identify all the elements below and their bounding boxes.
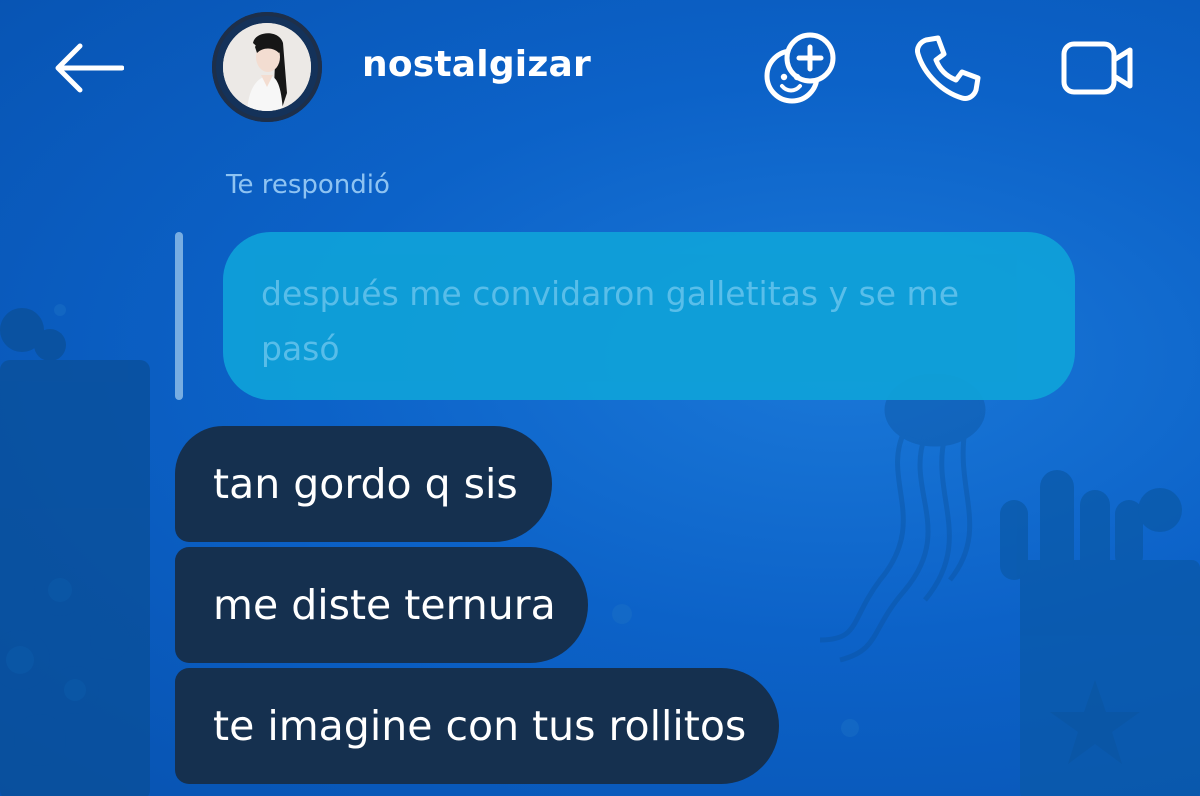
avatar[interactable] — [212, 12, 322, 122]
video-camera-icon — [1061, 41, 1133, 95]
arrow-left-icon — [55, 43, 124, 93]
message-text: me diste ternura — [213, 581, 556, 629]
message-bubble[interactable]: tan gordo q sis — [175, 426, 552, 542]
chat-header: nostalgizar — [0, 0, 1200, 140]
quoted-message-text: después me convidaron galletitas y se me… — [261, 274, 959, 368]
back-button[interactable] — [46, 36, 130, 100]
avatar-photo — [223, 23, 311, 111]
video-call-button[interactable] — [1056, 26, 1140, 110]
call-button[interactable] — [906, 26, 990, 110]
message-bubble[interactable]: me diste ternura — [175, 547, 588, 663]
quoted-message-bubble[interactable]: después me convidaron galletitas y se me… — [223, 232, 1075, 400]
games-plus-icon — [764, 32, 836, 104]
phone-icon — [915, 35, 981, 101]
message-text: tan gordo q sis — [213, 460, 518, 508]
reply-context-label: Te respondió — [226, 170, 390, 200]
reply-indicator-bar — [175, 232, 183, 400]
message-bubble[interactable]: te imagine con tus rollitos — [175, 668, 779, 784]
message-text: te imagine con tus rollitos — [213, 702, 747, 750]
games-button[interactable] — [758, 26, 842, 110]
username[interactable]: nostalgizar — [362, 44, 591, 85]
